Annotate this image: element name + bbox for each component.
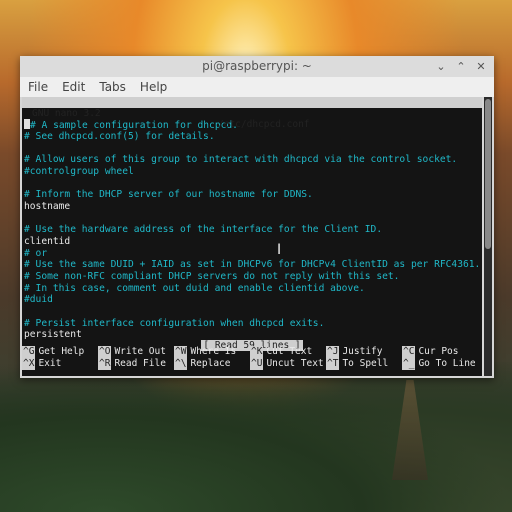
nano-version: GNU nano 3.2 (32, 108, 101, 119)
window-controls: ⌄ ⌃ ✕ (436, 56, 486, 77)
shortcut-item: ^C Cur Pos (402, 346, 478, 358)
shortcut-key: ^_ (402, 358, 416, 370)
wallpaper-hills (0, 362, 512, 512)
shortcut-label: Cut Text (266, 346, 313, 357)
editor-line[interactable]: # Use the same DUID + IAID as set in DHC… (24, 259, 482, 271)
shortcut-row: ^X Exit ^R Read File ^\ Replace ^U Uncut Text ^T… (22, 358, 482, 370)
window-title: pi@raspberrypi: ~ (202, 59, 312, 73)
file-content[interactable]: # A sample configuration for dhcpcd. # Se… (22, 108, 482, 341)
shortcut-label: Where Is (190, 346, 237, 357)
shortcut-label: Read File (114, 358, 166, 369)
shortcut-item: ^R Read File (98, 358, 174, 370)
shortcut-item: ^X Exit (22, 358, 98, 370)
shortcut-item: ^W Where Is (174, 346, 250, 358)
shortcut-key: ^K (250, 346, 264, 358)
text-cursor-icon: I (277, 242, 282, 258)
editor-line[interactable]: #duid (24, 294, 482, 306)
shortcut-key: ^U (250, 358, 264, 370)
minimize-icon[interactable]: ⌄ (436, 56, 446, 77)
shortcut-key: ^O (98, 346, 112, 358)
window-titlebar[interactable]: pi@raspberrypi: ~ ⌄ ⌃ ✕ (20, 56, 494, 77)
menu-edit[interactable]: Edit (62, 77, 85, 97)
editor-line[interactable] (24, 142, 482, 154)
maximize-icon[interactable]: ⌃ (456, 56, 466, 77)
menubar: File Edit Tabs Help (20, 77, 494, 97)
shortcut-label: Write Out (114, 346, 166, 357)
menu-help[interactable]: Help (140, 77, 167, 97)
scrollbar[interactable] (484, 97, 492, 376)
editor-line[interactable]: # See dhcpcd.conf(5) for details. (24, 131, 482, 143)
editor-line[interactable]: # Use the hardware address of the interf… (24, 224, 482, 236)
shortcut-label: Go To Line (418, 358, 476, 369)
shortcut-item: ^G Get Help (22, 346, 98, 358)
nano-header: GNU nano 3.2 /etc/dhcpcd.conf (22, 97, 482, 130)
scrollbar-thumb[interactable] (485, 99, 491, 249)
menu-tabs[interactable]: Tabs (99, 77, 126, 97)
editor-line[interactable]: hostname (24, 201, 482, 213)
shortcut-item: ^J Justify (326, 346, 402, 358)
shortcut-label: Cur Pos (418, 346, 459, 357)
shortcut-key: ^T (326, 358, 340, 370)
shortcut-label: Exit (38, 358, 62, 369)
status-bar: [ Read 59 lines ] (22, 333, 482, 351)
shortcut-item: ^O Write Out (98, 346, 174, 358)
shortcut-item: ^T To Spell (326, 358, 402, 370)
shortcut-item: ^\ Replace (174, 358, 250, 370)
editor-line[interactable]: # Allow users of this group to interact … (24, 154, 482, 166)
shortcut-key: ^J (326, 346, 340, 358)
editor-line[interactable] (24, 213, 482, 225)
editor-line[interactable]: #controlgroup wheel (24, 166, 482, 178)
editor-line[interactable]: # In this case, comment out duid and ena… (24, 283, 482, 295)
editor-line[interactable]: # Inform the DHCP server of our hostname… (24, 189, 482, 201)
editor-line[interactable] (24, 177, 482, 189)
shortcut-key: ^R (98, 358, 112, 370)
shortcut-label: To Spell (342, 358, 389, 369)
editor-line-text: # A sample configuration for dhcpcd. (30, 120, 238, 131)
terminal-area[interactable]: GNU nano 3.2 /etc/dhcpcd.conf # A sample… (22, 97, 482, 376)
editor-line[interactable]: # or (24, 248, 482, 260)
editor-line[interactable]: # Some non-RFC compliant DHCP servers do… (24, 271, 482, 283)
shortcut-row: ^G Get Help ^O Write Out ^W Where Is ^K Cut Tex… (22, 346, 482, 358)
editor-line[interactable] (24, 306, 482, 318)
shortcut-key: ^X (22, 358, 36, 370)
shortcut-key: ^C (402, 346, 416, 358)
shortcut-bar: ^G Get Help ^O Write Out ^W Where Is ^K Cut Tex… (22, 346, 482, 370)
shortcut-label: Get Help (38, 346, 85, 357)
close-icon[interactable]: ✕ (476, 56, 486, 77)
shortcut-key: ^\ (174, 358, 188, 370)
menu-file[interactable]: File (28, 77, 48, 97)
editor-line[interactable]: clientid (24, 236, 482, 248)
terminal-window[interactable]: pi@raspberrypi: ~ ⌄ ⌃ ✕ File Edit Tabs H… (20, 56, 494, 378)
shortcut-key: ^G (22, 346, 36, 358)
shortcut-item: ^U Uncut Text (250, 358, 326, 370)
shortcut-item: ^_ Go To Line (402, 358, 478, 370)
shortcut-label: Justify (342, 346, 383, 357)
editor-line[interactable]: # Persist interface configuration when d… (24, 318, 482, 330)
shortcut-label: Replace (190, 358, 231, 369)
shortcut-label: Uncut Text (266, 358, 324, 369)
shortcut-item: ^K Cut Text (250, 346, 326, 358)
nano-filename: /etc/dhcpcd.conf (218, 119, 310, 130)
shortcut-key: ^W (174, 346, 188, 358)
